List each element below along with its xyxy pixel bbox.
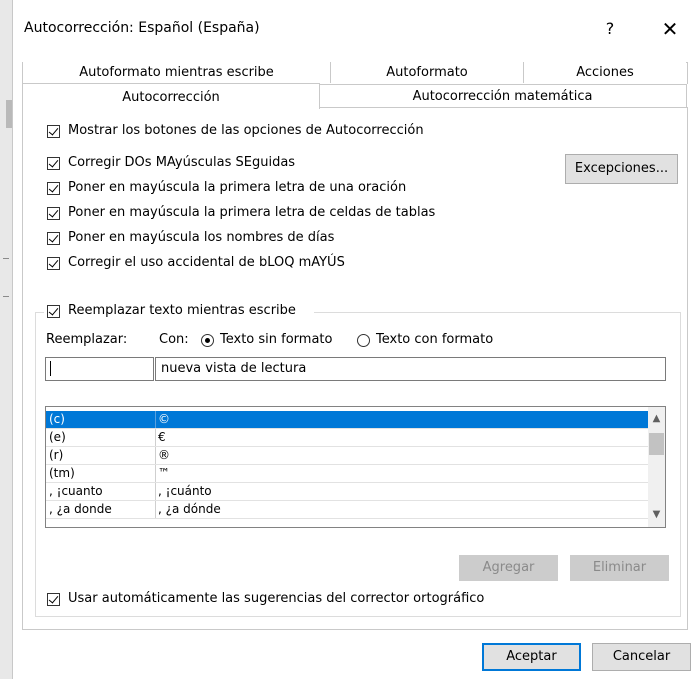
scroll-thumb[interactable] — [649, 433, 664, 455]
close-button[interactable]: ✕ — [655, 14, 685, 44]
two-caps-label: Corregir DOs MAyúsculas SEguidas — [68, 155, 296, 170]
list-item-to: ™ — [158, 466, 170, 480]
day-names-label: Poner en mayúscula los nombres de días — [68, 230, 335, 245]
replace-text-label: Reemplazar texto mientras escribe — [68, 303, 296, 318]
replace-label: Reemplazar: — [46, 332, 128, 347]
plain-text-label: Texto sin formato — [220, 332, 333, 347]
background-window-scrollbar — [6, 100, 12, 128]
list-item[interactable]: (tm) ™ — [46, 465, 648, 482]
caps-lock-checkbox[interactable] — [47, 257, 60, 270]
list-item-to: © — [158, 412, 170, 426]
tab-actions[interactable]: Acciones — [524, 62, 686, 83]
day-names-checkbox[interactable] — [47, 232, 60, 245]
ok-button[interactable]: Aceptar — [482, 643, 581, 671]
table-caps-label: Poner en mayúscula la primera letra de c… — [68, 205, 436, 220]
tab-autoformat-as-you-type[interactable]: Autoformato mientras escribe — [23, 62, 331, 83]
replacement-list[interactable]: (c) © (e) € (r) ® (tm) ™ , ¡cuanto , ¡cu… — [45, 406, 666, 528]
sentence-caps-checkbox[interactable] — [47, 182, 60, 195]
show-buttons-checkbox[interactable] — [47, 125, 60, 138]
show-buttons-label: Mostrar los botones de las opciones de A… — [68, 123, 424, 138]
list-item-from: (c) — [49, 412, 65, 426]
list-item-to: , ¿a dónde — [158, 502, 221, 516]
list-scrollbar[interactable]: ▲ ▼ — [648, 407, 665, 527]
column-divider — [155, 465, 156, 482]
tab-autocorrect[interactable]: Autocorrección — [22, 83, 320, 109]
use-suggestions-label: Usar automáticamente las sugerencias del… — [68, 591, 485, 606]
help-button[interactable]: ? — [595, 14, 625, 44]
row-divider — [46, 518, 648, 519]
scroll-up-icon[interactable]: ▲ — [648, 413, 665, 424]
column-divider — [155, 447, 156, 464]
plain-text-radio[interactable] — [201, 334, 214, 347]
background-mark — [3, 258, 9, 259]
column-divider — [155, 429, 156, 446]
use-suggestions-checkbox[interactable] — [47, 593, 60, 606]
add-button[interactable]: Agregar — [459, 555, 558, 581]
list-item-to: ® — [158, 448, 170, 462]
list-item[interactable]: (r) ® — [46, 447, 648, 464]
column-divider — [155, 411, 156, 428]
sentence-caps-label: Poner en mayúscula la primera letra de u… — [68, 180, 407, 195]
column-divider — [155, 501, 156, 518]
text-cursor — [50, 361, 51, 376]
list-item-from: (tm) — [49, 466, 75, 480]
with-label: Con: — [159, 332, 189, 347]
list-item[interactable]: , ¿a donde , ¿a dónde — [46, 501, 648, 518]
column-divider — [155, 483, 156, 500]
list-item-to: , ¡cuánto — [158, 484, 212, 498]
tab-math-autocorrect[interactable]: Autocorrección matemática — [319, 84, 687, 108]
list-item[interactable]: (c) © — [46, 411, 648, 428]
cancel-button[interactable]: Cancelar — [592, 643, 691, 671]
scroll-down-icon[interactable]: ▼ — [648, 509, 665, 520]
background-mark — [3, 296, 9, 297]
formatted-text-radio[interactable] — [357, 334, 370, 347]
with-input[interactable]: nueva vista de lectura — [155, 357, 666, 381]
replace-text-checkbox[interactable] — [47, 305, 60, 318]
dialog-title: Autocorrección: Español (España) — [24, 20, 260, 36]
list-item-from: , ¡cuanto — [49, 484, 103, 498]
delete-button[interactable]: Eliminar — [570, 555, 669, 581]
list-item-from: , ¿a donde — [49, 502, 112, 516]
list-item-from: (e) — [49, 430, 66, 444]
caps-lock-label: Corregir el uso accidental de bLOQ mAYÚS — [68, 255, 345, 270]
list-item-from: (r) — [49, 448, 64, 462]
two-caps-checkbox[interactable] — [47, 157, 60, 170]
exceptions-button[interactable]: Excepciones... — [565, 154, 678, 184]
tab-autoformat[interactable]: Autoformato — [331, 62, 524, 83]
formatted-text-label: Texto con formato — [376, 332, 494, 347]
list-item[interactable]: , ¡cuanto , ¡cuánto — [46, 483, 648, 500]
with-input-value: nueva vista de lectura — [161, 361, 307, 376]
replace-input[interactable] — [45, 357, 154, 381]
list-item-to: € — [158, 430, 166, 444]
list-item[interactable]: (e) € — [46, 429, 648, 446]
table-caps-checkbox[interactable] — [47, 207, 60, 220]
